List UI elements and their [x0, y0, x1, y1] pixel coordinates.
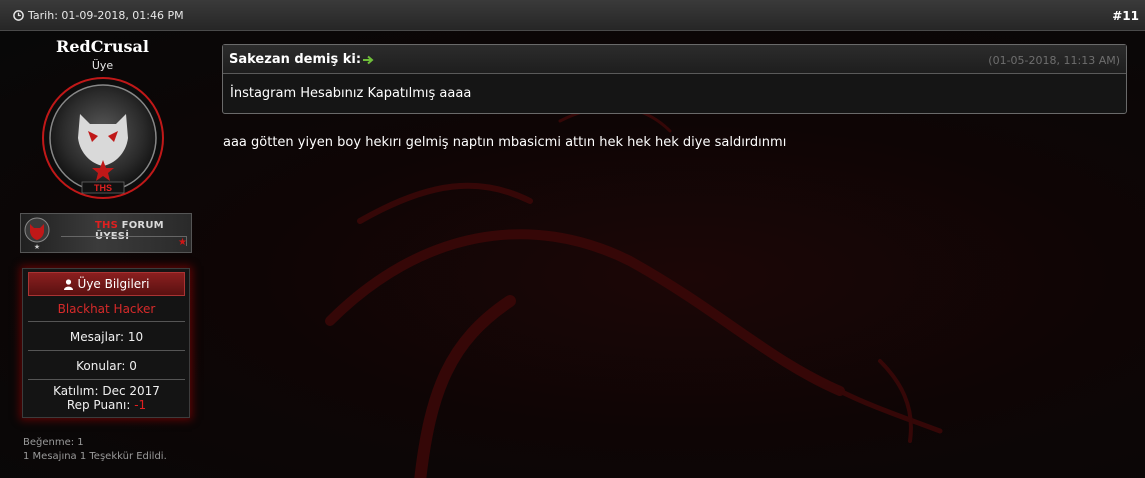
user-info-box: Üye Bilgileri Blackhat Hacker Mesajlar: … [22, 268, 190, 418]
user-info-header-label: Üye Bilgileri [77, 277, 150, 291]
user-join-date: Katılım: Dec 2017 [53, 384, 160, 398]
post-number-link[interactable]: #11 [1112, 9, 1139, 23]
user-thread-count: Konular: 0 [28, 352, 185, 380]
user-title: Üye [91, 59, 114, 72]
quote-block: Sakezan demiş ki: (01-05-2018, 11:13 AM)… [222, 44, 1127, 114]
post-date: Tarih: 01-09-2018, 01:46 PM [13, 9, 184, 22]
user-join-and-rep: Katılım: Dec 2017 Rep Puanı: -1 [28, 382, 185, 416]
username-link[interactable]: RedCrusal [0, 37, 205, 56]
rank-banner: ★ THS FORUM ÜYESİ ★ [20, 213, 192, 253]
quote-header: Sakezan demiş ki: (01-05-2018, 11:13 AM) [223, 45, 1126, 74]
user-group: Blackhat Hacker [28, 297, 185, 322]
quote-date: (01-05-2018, 11:13 AM) [988, 54, 1120, 67]
quote-author-text: Sakezan demiş ki: [229, 52, 362, 67]
user-thanks: 1 Mesajına 1 Teşekkür Edildi. [23, 451, 167, 462]
user-post-count: Mesajlar: 10 [28, 323, 185, 351]
user-reputation: Rep Puanı: -1 [66, 398, 147, 412]
avatar-label: THS [94, 183, 112, 193]
background-dragon-logo [325, 105, 943, 478]
arrow-right-icon[interactable] [363, 55, 375, 65]
post-header: Tarih: 01-09-2018, 01:46 PM #11 [0, 0, 1145, 31]
ths-wolf-icon: ★ [24, 217, 50, 250]
rank-divider [61, 236, 187, 246]
post-message: aaa götten yiyen boy hekırı gelmiş naptı… [223, 135, 787, 150]
user-info-column: RedCrusal Üye THS ★ THS FORUM ÜYESİ ★ Üy… [0, 31, 205, 478]
star-icon: ★ [178, 237, 187, 248]
post-body: RedCrusal Üye THS ★ THS FORUM ÜYESİ ★ Üy… [0, 31, 1145, 478]
clock-icon [13, 10, 24, 21]
user-icon [63, 278, 73, 290]
quote-author: Sakezan demiş ki: [229, 52, 375, 67]
svg-text:★: ★ [34, 243, 40, 250]
user-avatar[interactable]: THS [38, 76, 168, 200]
user-likes: Beğenme: 1 [23, 437, 84, 448]
user-info-header[interactable]: Üye Bilgileri [28, 272, 185, 296]
quote-text: İnstagram Hesabınız Kapatılmış aaaa [230, 86, 472, 101]
post-date-text: Tarih: 01-09-2018, 01:46 PM [28, 9, 184, 22]
rep-value[interactable]: -1 [134, 398, 146, 412]
